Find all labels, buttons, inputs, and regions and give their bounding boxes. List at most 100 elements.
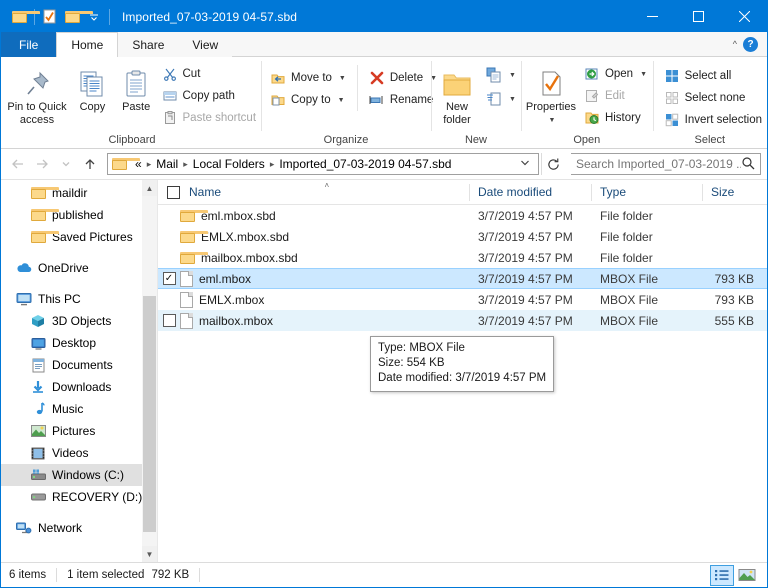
sidebar-scrollbar[interactable]: ▲ ▼ xyxy=(142,180,157,562)
select-all-button[interactable]: Select all xyxy=(661,65,767,87)
tab-home[interactable]: Home xyxy=(56,32,119,57)
cell-date-modified: 3/7/2019 4:57 PM xyxy=(478,292,573,307)
sidebar-item-network[interactable]: Network xyxy=(1,517,157,539)
column-header-type[interactable]: Type xyxy=(591,180,702,205)
chevron-down-icon[interactable]: ▼ xyxy=(509,96,516,103)
chevron-down-icon[interactable]: ▼ xyxy=(640,71,647,78)
row-checkbox-cell[interactable] xyxy=(158,209,180,222)
chevron-down-icon[interactable]: ▼ xyxy=(142,546,157,562)
sidebar-item-pictures[interactable]: Pictures xyxy=(1,420,157,442)
breadcrumb-item-mail[interactable]: Mail xyxy=(152,156,182,172)
column-header-date-modified[interactable]: Date modified xyxy=(469,180,591,205)
table-row[interactable]: eml.mbox.sbd 3/7/2019 4:57 PM File folde… xyxy=(158,205,767,226)
scissors-icon xyxy=(162,66,178,82)
cut-button[interactable]: Cut xyxy=(159,63,262,85)
paste-shortcut-button[interactable]: Paste shortcut xyxy=(159,107,262,129)
search-icon[interactable] xyxy=(741,156,755,173)
sidebar-item-downloads[interactable]: Downloads xyxy=(1,376,157,398)
cell-size: 555 KB xyxy=(714,313,754,328)
forward-button[interactable] xyxy=(31,153,53,175)
properties-button[interactable]: Properties ▼ xyxy=(521,61,581,127)
new-item-button[interactable]: ▼ xyxy=(483,63,521,87)
row-checkbox-cell[interactable] xyxy=(158,230,180,243)
new-folder-icon[interactable] xyxy=(61,6,93,28)
minimize-icon[interactable] xyxy=(629,1,675,32)
tab-view[interactable]: View xyxy=(178,32,233,57)
select-none-label: Select none xyxy=(684,92,746,104)
help-icon[interactable]: ? xyxy=(743,36,758,52)
chevron-down-icon[interactable]: ▼ xyxy=(548,114,555,127)
up-button[interactable] xyxy=(79,153,101,175)
file-list-pane: ˄ Name Date modified Type Size eml.mbox.… xyxy=(158,180,767,562)
sidebar-item-saved-pictures[interactable]: Saved Pictures xyxy=(1,226,157,248)
chevron-down-icon[interactable]: ▼ xyxy=(509,72,516,79)
address-dropdown-icon[interactable] xyxy=(514,159,536,169)
invert-selection-button[interactable]: Invert selection xyxy=(661,109,767,131)
chevron-down-icon[interactable]: ▼ xyxy=(338,97,345,104)
pin-to-quick-access-button[interactable]: Pin to Quick access xyxy=(3,61,71,127)
row-checkbox-cell[interactable] xyxy=(158,293,180,306)
tab-share[interactable]: Share xyxy=(118,32,179,57)
large-icons-view-button[interactable] xyxy=(735,565,759,586)
table-row[interactable]: mailbox.mbox 3/7/2019 4:57 PM MBOX File … xyxy=(158,310,767,331)
sidebar-item-windows-c[interactable]: Windows (C:) xyxy=(1,464,157,486)
move-to-button[interactable]: Move to ▼ xyxy=(267,67,351,89)
sidebar-item-onedrive[interactable]: OneDrive xyxy=(1,257,157,279)
open-button[interactable]: Open ▼ xyxy=(581,63,652,85)
file-name: mailbox.mbox xyxy=(199,313,274,328)
select-none-button[interactable]: Select none xyxy=(661,87,767,109)
scrollbar-thumb[interactable] xyxy=(143,296,156,532)
properties-check-icon[interactable] xyxy=(39,6,61,28)
table-row[interactable]: EMLX.mbox 3/7/2019 4:57 PM MBOX File 793… xyxy=(158,289,767,310)
column-header-size[interactable]: Size xyxy=(702,180,767,205)
sidebar-item-recovery-d[interactable]: RECOVERY (D:) xyxy=(1,486,157,508)
edit-button[interactable]: Edit xyxy=(581,85,652,107)
details-view-button[interactable] xyxy=(710,564,734,586)
chevron-up-icon[interactable]: ▲ xyxy=(142,180,157,196)
sidebar-item-label: This PC xyxy=(38,292,81,306)
chevron-down-icon[interactable]: ▼ xyxy=(339,75,346,82)
column-header-name[interactable]: ˄ Name xyxy=(180,180,469,205)
chevron-up-icon[interactable]: ^ xyxy=(733,39,737,49)
tab-file[interactable]: File xyxy=(1,32,57,57)
table-row[interactable]: EMLX.mbox.sbd 3/7/2019 4:57 PM File fold… xyxy=(158,226,767,247)
breadcrumb-item-current[interactable]: Imported_07-03-2019 04-57.sbd xyxy=(275,156,455,172)
sidebar-item-music[interactable]: Music xyxy=(1,398,157,420)
table-row[interactable]: mailbox.mbox.sbd 3/7/2019 4:57 PM File f… xyxy=(158,247,767,268)
back-button[interactable] xyxy=(7,153,29,175)
row-checkbox-cell[interactable] xyxy=(158,314,180,327)
breadcrumb: « ▸ Mail ▸ Local Folders ▸ Imported_07-0… xyxy=(131,156,514,172)
sidebar-item-3d-objects[interactable]: 3D Objects xyxy=(1,310,157,332)
row-checkbox-cell[interactable]: ✓ xyxy=(158,272,180,285)
sidebar-item-published[interactable]: published xyxy=(1,204,157,226)
paste-button[interactable]: Paste xyxy=(114,61,159,114)
copy-to-button[interactable]: Copy to ▼ xyxy=(267,89,351,111)
breadcrumb-bar[interactable]: « ▸ Mail ▸ Local Folders ▸ Imported_07-0… xyxy=(107,153,539,175)
search-input[interactable] xyxy=(576,157,741,171)
row-checkbox[interactable] xyxy=(162,314,176,327)
row-checkbox-cell[interactable] xyxy=(158,251,180,264)
sidebar-item-this-pc[interactable]: This PC xyxy=(1,288,157,310)
copy-button[interactable]: Copy xyxy=(71,61,114,114)
recent-locations-button[interactable] xyxy=(55,153,77,175)
copy-label: Copy xyxy=(79,101,106,113)
search-box[interactable] xyxy=(571,153,761,175)
new-folder-button[interactable]: New folder xyxy=(431,61,483,127)
maximize-icon[interactable] xyxy=(675,1,721,32)
close-icon[interactable] xyxy=(721,1,767,32)
sidebar-item-desktop[interactable]: Desktop xyxy=(1,332,157,354)
select-all-checkbox[interactable] xyxy=(167,185,180,199)
row-checkbox[interactable]: ✓ xyxy=(162,272,176,285)
chevron-down-icon[interactable] xyxy=(83,6,105,28)
table-row[interactable]: ✓ eml.mbox 3/7/2019 4:57 PM MBOX File 79… xyxy=(158,268,767,289)
breadcrumb-item-local-folders[interactable]: Local Folders xyxy=(189,156,269,172)
refresh-button[interactable] xyxy=(541,153,565,175)
folder-icon[interactable] xyxy=(8,6,40,28)
history-button[interactable]: History xyxy=(581,107,652,129)
sidebar-item-maildir[interactable]: maildir xyxy=(1,182,157,204)
easy-access-button[interactable]: ▼ xyxy=(483,87,521,111)
sidebar-item-documents[interactable]: Documents xyxy=(1,354,157,376)
sidebar-item-videos[interactable]: Videos xyxy=(1,442,157,464)
open-small-buttons: Open ▼ Edit History xyxy=(581,61,652,129)
copy-path-button[interactable]: Copy path xyxy=(159,85,262,107)
